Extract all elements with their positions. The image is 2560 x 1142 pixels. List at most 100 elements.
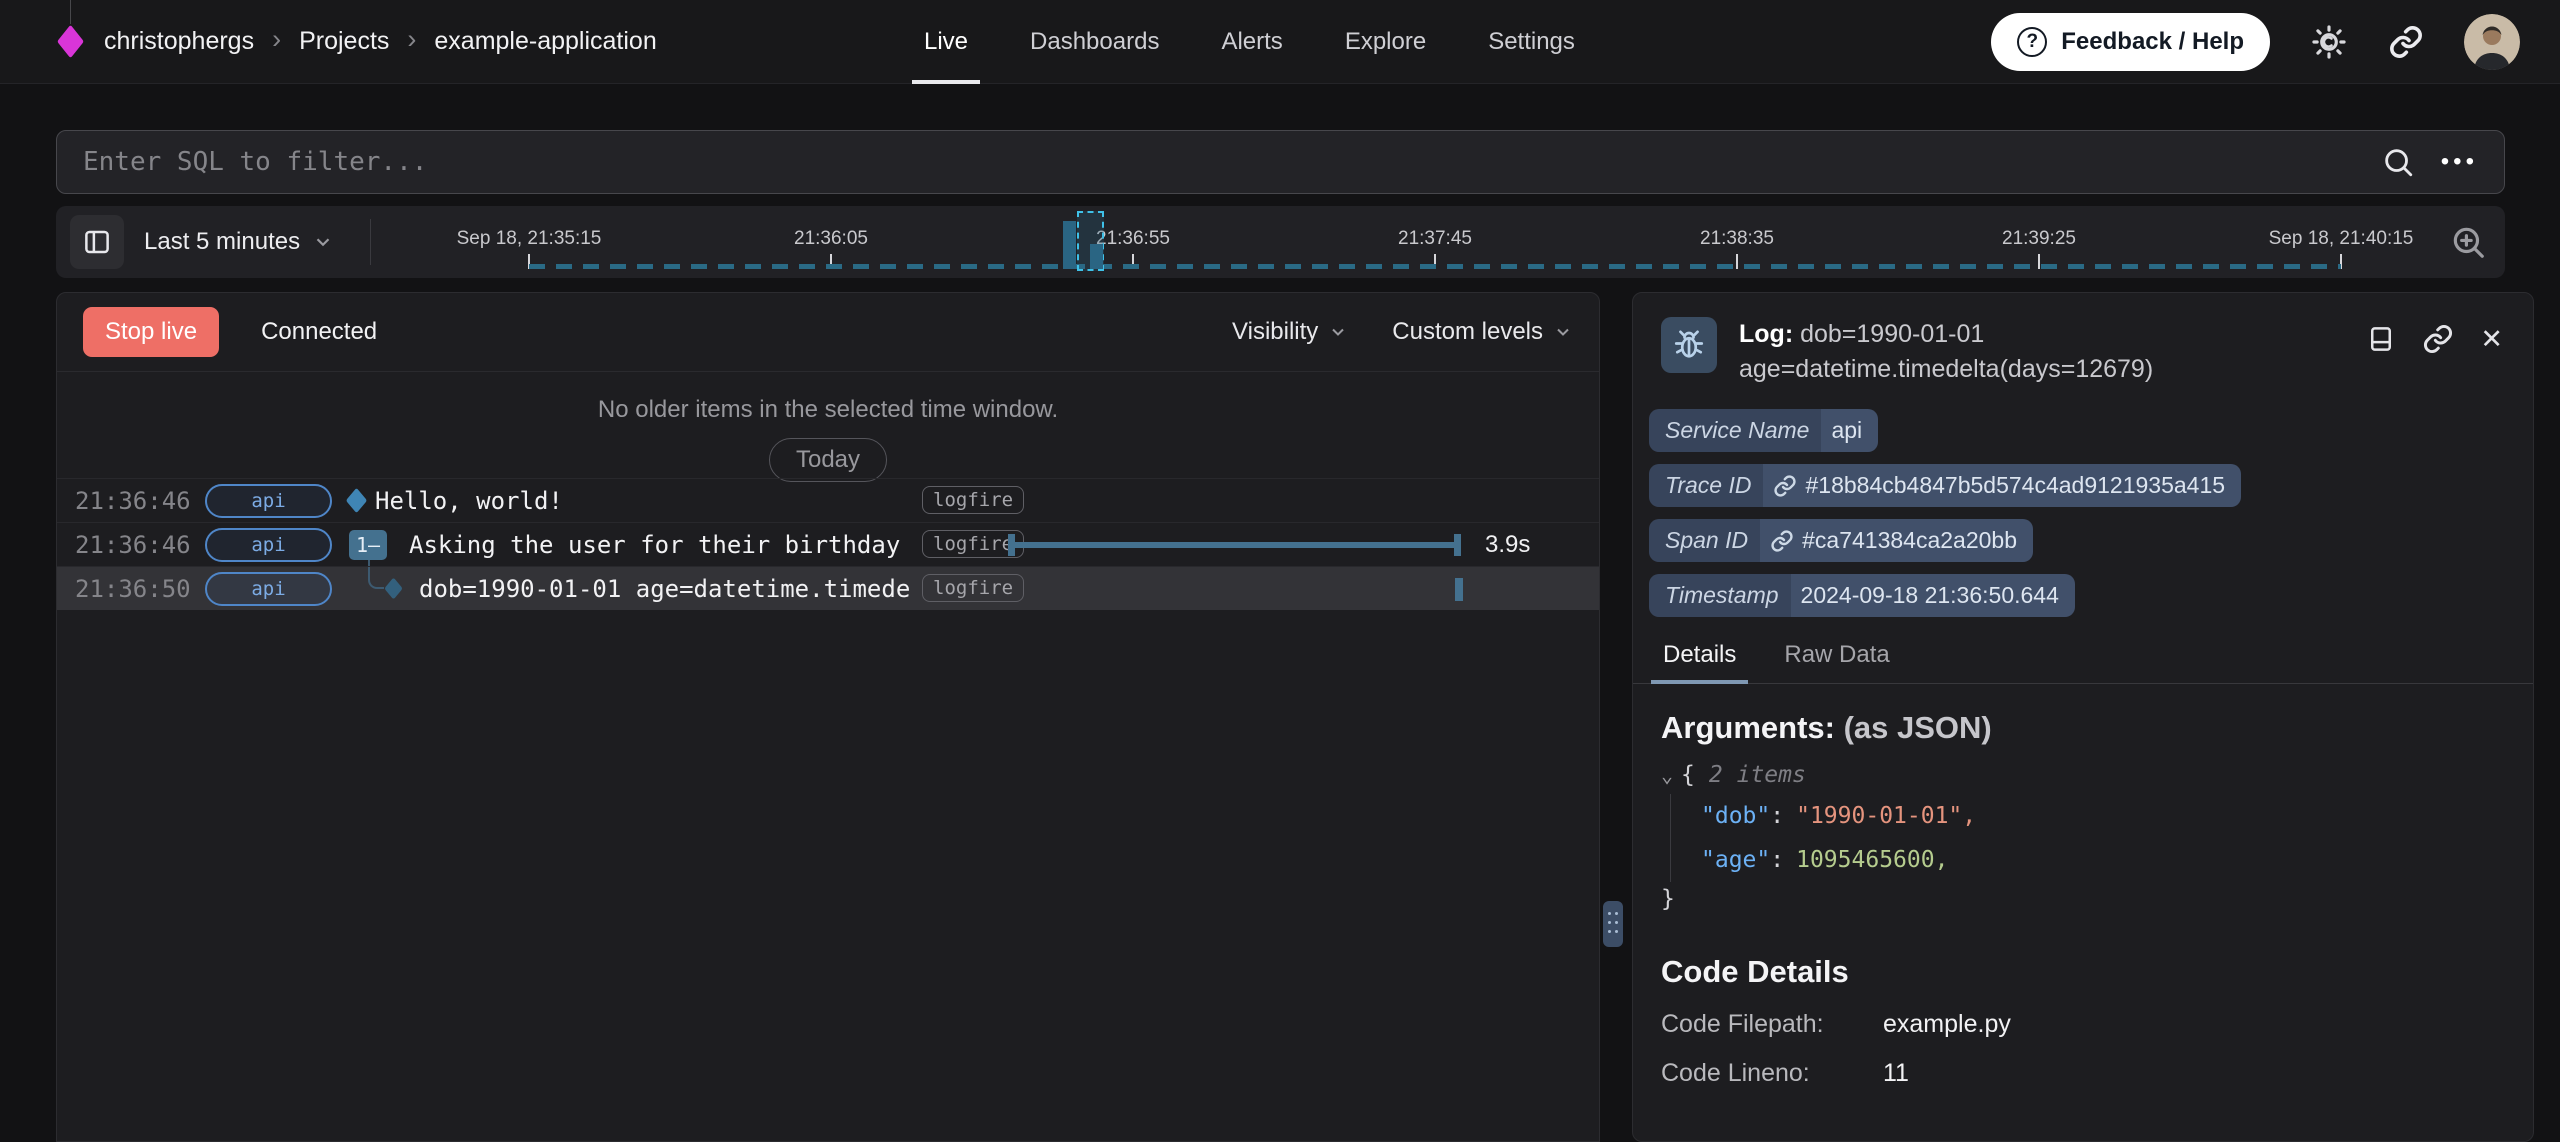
logo-line — [70, 0, 71, 24]
visibility-label: Visibility — [1232, 318, 1318, 346]
timestamp-pill[interactable]: Timestamp 2024-09-18 21:36:50.644 — [1649, 574, 2075, 617]
zoom-in-button[interactable] — [2441, 215, 2495, 269]
sql-filter-input[interactable] — [83, 147, 2381, 177]
log-message: Hello, world! — [375, 487, 563, 515]
connection-status: Connected — [261, 318, 377, 346]
timeline-bar: Last 5 minutes Sep 18, 21:35:15 21:36:05… — [56, 206, 2505, 278]
json-key: "age" — [1701, 847, 1770, 873]
copy-link-icon[interactable] — [2422, 323, 2454, 355]
service-badge[interactable]: api — [205, 484, 332, 518]
tab-details[interactable]: Details — [1661, 631, 1738, 683]
pill-label: Service Name — [1649, 409, 1821, 452]
sidebar-toggle-icon — [82, 227, 112, 257]
pill-label: Timestamp — [1649, 574, 1791, 617]
timeline-tick-label: 21:36:55 — [1096, 228, 1170, 250]
timeline-baseline — [529, 264, 2341, 269]
pill-value: #18b84cb4847b5d574c4ad9121935a415 — [1805, 472, 2225, 499]
stop-live-button[interactable]: Stop live — [83, 307, 219, 357]
tab-raw-data[interactable]: Raw Data — [1782, 631, 1891, 683]
log-time: 21:36:46 — [75, 531, 191, 559]
detail-header: Log: dob=1990-01-01 age=datetime.timedel… — [1633, 313, 2533, 387]
timeline-tick-label: Sep 18, 21:40:15 — [2269, 228, 2414, 250]
json-viewer: ⌄ { 2 items "dob":"1990-01-01", "age":10… — [1661, 762, 2503, 912]
share-link-button[interactable] — [2388, 24, 2424, 60]
more-options-icon[interactable]: ••• — [2441, 148, 2478, 176]
avatar-image — [2464, 14, 2520, 70]
log-time: 21:36:50 — [75, 575, 191, 603]
feedback-help-button[interactable]: ? Feedback / Help — [1991, 13, 2270, 71]
detail-kind-label: Log: — [1739, 320, 1793, 348]
zoom-in-icon — [2449, 223, 2487, 261]
log-row[interactable]: 21:36:46 api Hello, world! logfire — [57, 478, 1599, 522]
json-open-brace: { — [1681, 762, 1695, 788]
breadcrumb-org[interactable]: christophergs — [104, 27, 254, 56]
question-icon: ? — [2017, 27, 2047, 57]
tab-live[interactable]: Live — [920, 0, 972, 84]
theme-toggle-button[interactable] — [2310, 23, 2348, 61]
log-diamond-icon — [346, 488, 367, 513]
chevron-down-icon — [312, 231, 334, 253]
json-close-brace: } — [1661, 886, 2503, 912]
sidebar-toggle-button[interactable] — [70, 215, 124, 269]
tab-alerts[interactable]: Alerts — [1217, 0, 1286, 84]
split-view-icon[interactable] — [2366, 324, 2396, 354]
detail-content: Arguments: (as JSON) ⌄ { 2 items "dob":"… — [1633, 684, 2533, 1088]
time-range-label: Last 5 minutes — [144, 228, 300, 256]
span-duration-label: 3.9s — [1485, 531, 1530, 559]
bug-icon — [1671, 327, 1707, 363]
log-level-badge — [1661, 317, 1717, 373]
logfire-logo[interactable] — [56, 0, 84, 84]
timeline-tick-label: 21:38:35 — [1700, 228, 1774, 250]
span-id-pill[interactable]: Span ID #ca741384ca2a20bb — [1649, 519, 2033, 562]
breadcrumb-projects[interactable]: Projects — [299, 27, 389, 56]
service-name-pill[interactable]: Service Name api — [1649, 409, 1878, 452]
code-lineno-value: 11 — [1883, 1059, 1909, 1088]
tab-explore[interactable]: Explore — [1341, 0, 1430, 84]
panel-resize-handle[interactable] — [1603, 901, 1623, 947]
today-button[interactable]: Today — [769, 438, 887, 482]
detail-meta: Service Name api Trace ID #18b84cb4847b5… — [1633, 387, 2533, 617]
detail-title: Log: dob=1990-01-01 age=datetime.timedel… — [1739, 317, 2153, 387]
service-badge[interactable]: api — [205, 572, 332, 606]
collapse-children-badge[interactable]: 1– — [349, 530, 387, 560]
custom-levels-dropdown[interactable]: Custom levels — [1392, 318, 1573, 346]
service-badge[interactable]: api — [205, 528, 332, 562]
top-bar: christophergs › Projects › example-appli… — [0, 0, 2560, 84]
scope-tag[interactable]: logfire — [922, 486, 1024, 514]
tab-dashboards[interactable]: Dashboards — [1026, 0, 1163, 84]
trace-id-pill[interactable]: Trace ID #18b84cb4847b5d574c4ad9121935a4… — [1649, 464, 2241, 507]
live-trace-panel: Stop live Connected Visibility Custom le… — [56, 292, 1600, 1142]
logfire-diamond-icon — [57, 25, 84, 59]
main-nav: Live Dashboards Alerts Explore Settings — [920, 0, 1579, 84]
code-filepath-row: Code Filepath: example.py — [1661, 1010, 2503, 1039]
pill-label: Trace ID — [1649, 464, 1763, 507]
timeline-tick-label: Sep 18, 21:35:15 — [457, 228, 602, 250]
timeline-histogram-bar — [1090, 244, 1103, 269]
breadcrumb: christophergs › Projects › example-appli… — [56, 0, 657, 84]
empty-window-notice: No older items in the selected time wind… — [57, 372, 1599, 478]
empty-window-message: No older items in the selected time wind… — [57, 396, 1599, 424]
detail-title-line1: dob=1990-01-01 — [1800, 320, 1984, 348]
theme-toggle-icon — [2310, 23, 2348, 61]
scope-tag[interactable]: logfire — [922, 574, 1024, 602]
arguments-heading-sub: (as JSON) — [1844, 710, 1992, 745]
tab-settings[interactable]: Settings — [1484, 0, 1579, 84]
log-row-selected[interactable]: 21:36:50 api dob=1990-01-01 age=datetime… — [57, 566, 1599, 610]
timeline-tick-label: 21:37:45 — [1398, 228, 1472, 250]
log-row[interactable]: 21:36:46 api 1– Asking the user for thei… — [57, 522, 1599, 566]
user-avatar[interactable] — [2464, 14, 2520, 70]
span-detail-panel: Log: dob=1990-01-01 age=datetime.timedel… — [1632, 292, 2534, 1142]
collapse-caret-icon[interactable]: ⌄ — [1661, 763, 1673, 787]
arguments-heading: Arguments: (as JSON) — [1661, 710, 2503, 746]
search-icon[interactable] — [2381, 145, 2415, 179]
chevron-right-icon: › — [272, 24, 281, 59]
close-icon[interactable]: ✕ — [2480, 326, 2503, 353]
breadcrumb-project-name[interactable]: example-application — [434, 27, 656, 56]
json-string-value: "1990-01-01", — [1796, 803, 1976, 829]
visibility-dropdown[interactable]: Visibility — [1232, 318, 1348, 346]
chevron-down-icon — [1328, 322, 1348, 342]
pill-value: 2024-09-18 21:36:50.644 — [1801, 582, 2059, 609]
chevron-down-icon — [1553, 322, 1573, 342]
time-range-dropdown[interactable]: Last 5 minutes — [144, 228, 334, 256]
log-diamond-icon — [384, 577, 402, 599]
